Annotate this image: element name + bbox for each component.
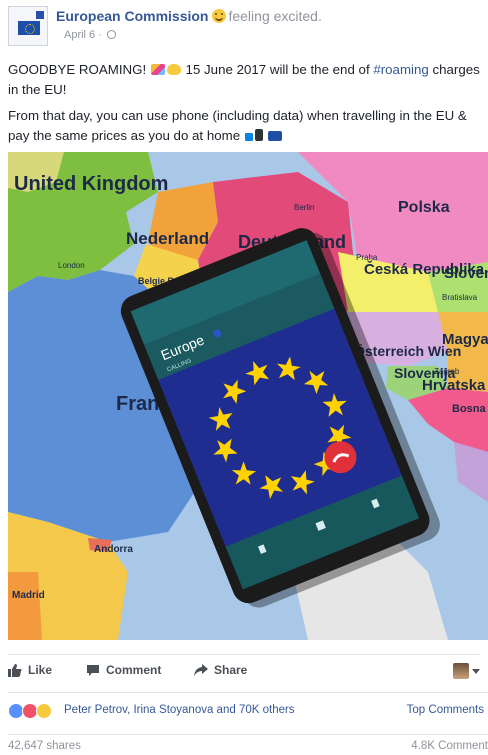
author-name[interactable]: European Commission [56,8,208,24]
page-avatar[interactable] [8,6,48,46]
label-berlin: Berlin [294,203,314,212]
label-praha: Praha [356,253,378,262]
post-stats: 42,647 shares 4.8K Comment [8,734,488,755]
post-paragraph-1: GOODBYE ROAMING! 15 June 2017 will be th… [8,62,480,97]
globe-icon [106,30,116,39]
thumbs-up-icon [8,663,22,677]
label-london: London [58,261,85,270]
excited-emoji-icon [212,9,227,23]
author-line: European Commission feeling excited. [56,8,322,24]
top-comments-link[interactable]: Top Comments [407,704,484,716]
shares-count[interactable]: 42,647 shares [8,740,81,752]
share-arrow-icon [194,663,208,676]
post-paragraph-2: From that day, you can use phone (includ… [8,108,467,143]
reactors-list[interactable]: Peter Petrov, Irina Stoyanova and 70K ot… [64,704,295,716]
post-photo[interactable]: United Kingdom Nederland Belgie Brussel … [8,152,488,640]
label-bratislava: Bratislava [442,293,478,302]
waving-hand-icon [166,64,181,75]
label-zagreb: Zagreb [434,367,460,376]
post-text: GOODBYE ROAMING! 15 June 2017 will be th… [8,60,480,152]
reaction-summary: Peter Petrov, Irina Stoyanova and 70K ot… [8,692,488,728]
emblem-icon [36,11,44,19]
map-portugal [8,572,42,640]
label-magyaro: Magyaro [442,331,488,348]
hashtag-roaming[interactable]: #roaming [373,62,428,77]
label-sloven: Sloven [444,265,488,282]
like-button[interactable]: Like [8,663,52,677]
reaction-icons[interactable] [8,703,52,719]
label-andorra: Andorra [94,544,133,555]
party-popper-icon [150,64,165,75]
eu-flag-emoji-icon [268,131,283,141]
label-polska: Polska [398,199,450,216]
label-uk: United Kingdom [14,173,168,195]
wow-reaction-icon [36,703,52,719]
user-avatar [453,663,469,679]
arrow-icon [244,133,253,141]
mobile-phone-icon [254,129,263,141]
comments-count[interactable]: 4.8K Comment [411,740,488,752]
map-phone-image: United Kingdom Nederland Belgie Brussel … [8,152,488,640]
post-header: European Commission feeling excited. Apri… [8,6,480,46]
label-nederland: Nederland [126,229,209,248]
share-button[interactable]: Share [194,663,247,677]
action-bar: Like Comment Share [8,654,480,686]
label-bosna: Bosna Herceg [452,403,488,415]
label-madrid: Madrid [12,590,45,601]
eu-flag-icon [18,21,40,35]
label-hrvatska: Hrvatska [422,377,486,394]
post-date[interactable]: April 6 · [64,29,102,41]
chevron-down-icon [472,668,480,674]
comment-button[interactable]: Comment [86,663,161,677]
comment-icon [87,664,99,676]
post-as-selector[interactable] [453,663,480,679]
feeling-text: feeling excited. [228,8,322,24]
post-meta: April 6 · [64,29,116,41]
